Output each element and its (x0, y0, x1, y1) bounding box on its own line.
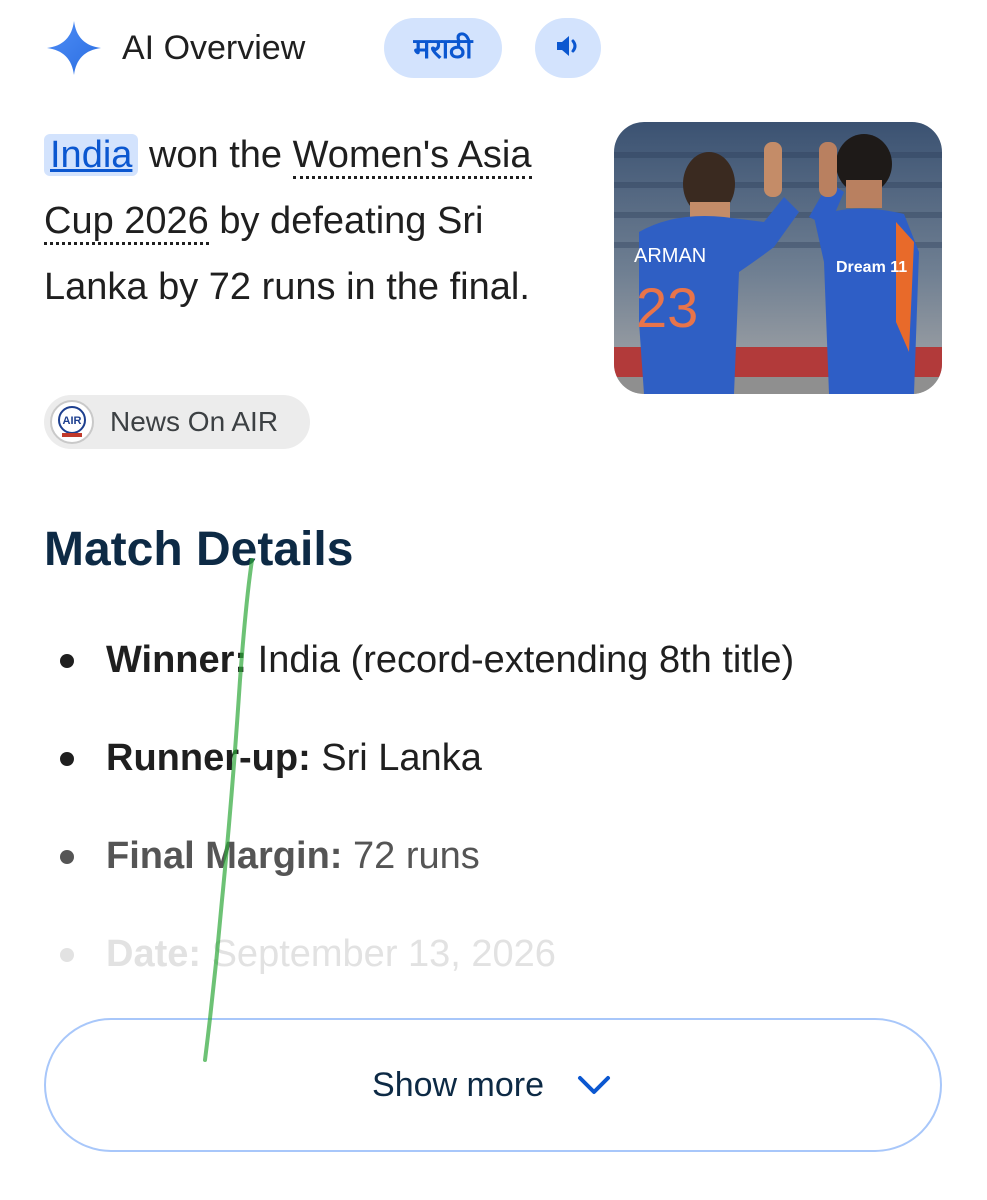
overview-summary: India won the Women's Asia Cup 2026 by d… (44, 122, 564, 320)
item-value: India (record-extending 8th title) (247, 639, 795, 681)
item-label: Runner-up: (106, 737, 311, 779)
bullet (60, 948, 74, 962)
section-title: Match Details (44, 523, 354, 576)
item-label: Winner: (106, 639, 248, 681)
gemini-sparkle-icon (44, 18, 104, 78)
ai-overview-header: AI Overview (44, 18, 305, 78)
item-value: Sri Lanka (310, 737, 482, 779)
match-photo[interactable]: ARMAN 23 Dream 11 (614, 122, 942, 394)
show-more-button[interactable]: Show more (44, 1018, 942, 1152)
item-value: 72 runs (342, 835, 480, 877)
item-value: September 13, 2026 (201, 933, 556, 975)
ai-overview-title: AI Overview (122, 28, 306, 67)
show-more-label: Show more (372, 1065, 544, 1104)
list-item: Runner-up: Sri Lanka (56, 726, 956, 824)
list-item: Date: September 13, 2026 (56, 922, 956, 1020)
bullet (60, 654, 74, 668)
bullet (60, 752, 74, 766)
item-label: Final Margin: (106, 835, 343, 877)
source-label: News On AIR (110, 406, 279, 437)
jersey-name: ARMAN (634, 245, 706, 267)
source-chip[interactable]: AIR News On AIR (44, 395, 310, 449)
chevron-down-icon (574, 1072, 614, 1098)
listen-button[interactable] (535, 18, 601, 78)
language-button[interactable]: मराठी (384, 18, 502, 78)
speaker-icon (553, 31, 583, 66)
bullet (60, 850, 74, 864)
jersey-number: 23 (636, 276, 698, 339)
jersey-sponsor: Dream 11 (836, 259, 907, 276)
list-item: Winner: India (record-extending 8th titl… (56, 628, 956, 726)
india-link[interactable]: India (44, 134, 139, 176)
item-label: Date: (106, 933, 202, 975)
news-on-air-logo: AIR (50, 400, 94, 444)
summary-text-1: won the (138, 134, 293, 176)
logo-text: AIR (63, 415, 82, 427)
list-item: Final Margin: 72 runs (56, 824, 956, 922)
match-details-list: Winner: India (record-extending 8th titl… (56, 628, 956, 1020)
